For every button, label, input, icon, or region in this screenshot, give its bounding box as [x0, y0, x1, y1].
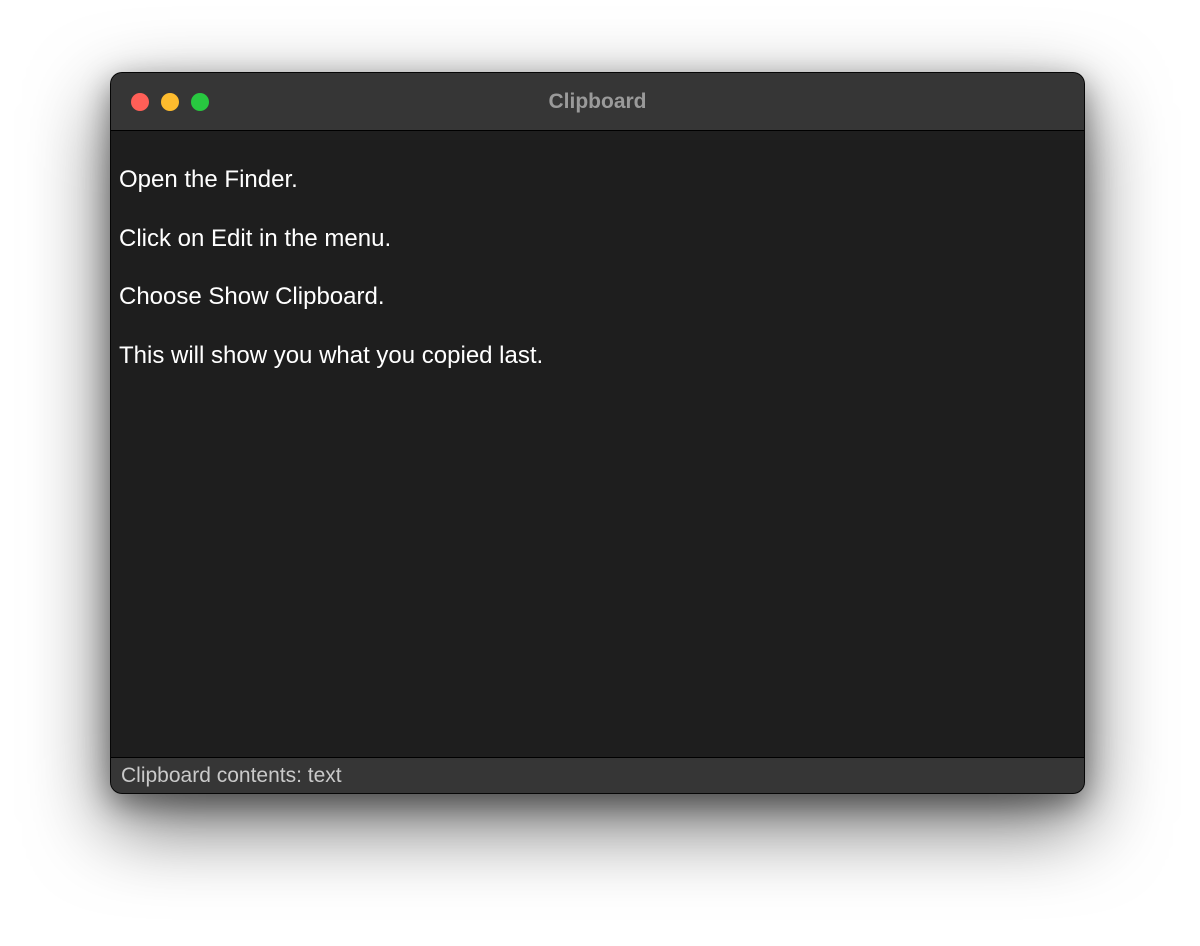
titlebar[interactable]: Clipboard — [111, 73, 1084, 131]
clipboard-line: Click on Edit in the menu. — [119, 224, 1076, 253]
clipboard-window: Clipboard Open the Finder. Click on Edit… — [110, 72, 1085, 794]
close-icon[interactable] — [131, 93, 149, 111]
clipboard-line: This will show you what you copied last. — [119, 341, 1076, 370]
minimize-icon[interactable] — [161, 93, 179, 111]
clipboard-line: Open the Finder. — [119, 165, 1076, 194]
clipboard-content: Open the Finder. Click on Edit in the me… — [111, 131, 1084, 757]
statusbar: Clipboard contents: text — [111, 757, 1084, 793]
status-text: Clipboard contents: text — [121, 764, 342, 788]
traffic-lights — [131, 93, 209, 111]
clipboard-line: Choose Show Clipboard. — [119, 282, 1076, 311]
maximize-icon[interactable] — [191, 93, 209, 111]
window-title: Clipboard — [111, 90, 1084, 114]
